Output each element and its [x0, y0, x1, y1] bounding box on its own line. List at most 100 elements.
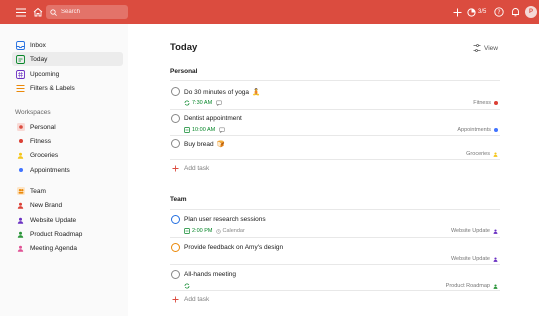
add-task-button[interactable]: Add task — [172, 296, 209, 303]
task-divider — [170, 237, 500, 238]
comment-icon — [219, 127, 226, 133]
task-project[interactable]: Appointments — [457, 127, 498, 133]
task-checkbox[interactable] — [171, 270, 180, 279]
sidebar-item-personal[interactable]: Personal — [12, 120, 123, 134]
sidebar-item-team[interactable]: Team — [12, 184, 123, 198]
top-bar: Search 3/5 ? P — [0, 0, 539, 24]
bell-icon[interactable] — [508, 5, 522, 19]
productivity-icon — [467, 7, 476, 17]
task-checkbox[interactable] — [171, 87, 180, 96]
calendar-source-icon — [216, 228, 222, 234]
add-task-button[interactable]: Add task — [172, 165, 209, 172]
task-title-text: Buy bread — [184, 140, 214, 148]
inbox-icon — [16, 40, 25, 50]
search-input[interactable]: Search — [46, 5, 128, 19]
task-divider — [170, 135, 500, 136]
productivity-count: 3/5 — [478, 9, 487, 15]
task-project[interactable]: Website Update — [451, 228, 498, 234]
sidebar-item-label: Groceries — [30, 151, 59, 159]
sidebar-item-inbox[interactable]: Inbox — [12, 38, 123, 52]
sidebar-item-label: Product Roadmap — [30, 230, 83, 238]
sidebar-item-upcoming[interactable]: Upcoming — [12, 67, 123, 81]
shared-project-icon — [16, 244, 25, 253]
sidebar-item-website-update[interactable]: Website Update — [12, 213, 123, 227]
task-title-text: All-hands meeting — [184, 271, 237, 278]
calendar-upcoming-icon — [16, 69, 25, 79]
task-project[interactable]: Fitness — [473, 100, 498, 106]
add-icon[interactable] — [450, 5, 464, 19]
section-title-personal: Personal — [170, 68, 198, 75]
task-checkbox[interactable] — [171, 243, 180, 252]
section-divider — [170, 80, 500, 81]
sidebar-item-label: Personal — [30, 123, 56, 131]
sidebar-item-product-roadmap[interactable]: Product Roadmap — [12, 227, 123, 241]
search-placeholder: Search — [61, 9, 81, 15]
recurring-icon — [184, 283, 190, 289]
task-source-label: Calendar — [222, 228, 245, 234]
task-project-label: Website Update — [450, 228, 490, 234]
task-title-text: Provide feedback on Amy's design — [184, 244, 284, 251]
view-label: View — [484, 44, 498, 52]
comment-icon — [216, 100, 222, 106]
main-content: Today View Personal Do 30 minutes of yog… — [128, 24, 539, 316]
sidebar-item-new-brand[interactable]: New Brand — [12, 198, 123, 212]
task-divider — [170, 264, 500, 265]
productivity-button[interactable]: 3/5 — [467, 5, 486, 19]
filters-icon — [16, 84, 25, 93]
task-time: 7:30 AM — [192, 100, 213, 106]
shared-project-icon — [493, 257, 498, 262]
task-title-text: Do 30 minutes of yoga — [184, 88, 250, 96]
recurring-icon — [184, 100, 190, 106]
shared-project-icon — [16, 216, 25, 225]
sidebar-item-label: Appointments — [30, 166, 70, 174]
personal-workspace-icon — [16, 123, 25, 132]
sidebar-item-label: Website Update — [30, 216, 77, 224]
task-checkbox[interactable] — [171, 114, 180, 123]
sidebar-item-meeting-agenda[interactable]: Meeting Agenda — [12, 241, 123, 255]
menu-icon[interactable] — [14, 5, 28, 19]
sidebar-item-appointments[interactable]: Appointments — [12, 163, 123, 177]
sidebar-item-filters-labels[interactable]: Filters & Labels — [12, 81, 123, 95]
task-source: Calendar — [216, 228, 245, 234]
task-title: All-hands meeting — [184, 271, 236, 278]
sidebar-item-label: Inbox — [30, 41, 46, 49]
bread-emoji: 🍞 — [216, 141, 225, 148]
sidebar-item-label: Team — [30, 187, 46, 195]
shared-project-icon — [493, 152, 498, 157]
sidebar-item-label: New Brand — [30, 201, 63, 209]
task-title: Buy bread 🍞 — [184, 140, 225, 149]
task-project[interactable]: Website Update — [451, 256, 498, 262]
task-due — [184, 283, 190, 289]
shared-project-icon — [16, 151, 25, 160]
workspaces-heading: Workspaces — [15, 109, 51, 116]
task-project[interactable]: Product Roadmap — [446, 283, 498, 289]
search-icon — [50, 8, 57, 16]
view-button[interactable]: View — [473, 43, 498, 53]
home-icon[interactable] — [31, 5, 45, 19]
task-checkbox[interactable] — [171, 215, 180, 224]
task-due: 2:00 PM Calendar — [184, 228, 245, 234]
sidebar-item-label: Filters & Labels — [30, 84, 75, 92]
sidebar-item-groceries[interactable]: Groceries — [12, 148, 123, 162]
project-dot-icon — [16, 166, 25, 175]
task-time: 2:00 PM — [192, 228, 213, 234]
help-icon[interactable]: ? — [492, 5, 506, 19]
task-divider — [170, 290, 500, 291]
sidebar-item-fitness[interactable]: Fitness — [12, 134, 123, 148]
task-checkbox[interactable] — [171, 139, 180, 148]
page-title: Today — [170, 42, 198, 53]
task-project[interactable]: Groceries — [466, 151, 498, 157]
calendar-icon — [184, 228, 190, 234]
sidebar-item-today[interactable]: Today — [12, 52, 123, 66]
view-options-icon — [473, 44, 481, 52]
sidebar: Inbox Today Upcoming Filters & Labels Wo… — [0, 24, 128, 316]
shared-project-icon — [493, 284, 498, 289]
task-due: 10:00 AM — [184, 127, 226, 133]
task-title: Do 30 minutes of yoga 🧘 — [184, 88, 260, 97]
avatar[interactable]: P — [525, 6, 537, 18]
project-dot-icon — [494, 101, 498, 105]
task-time: 10:00 AM — [192, 127, 216, 133]
task-project-label: Website Update — [450, 256, 490, 262]
section-divider — [170, 209, 500, 210]
shared-project-icon — [16, 230, 25, 239]
